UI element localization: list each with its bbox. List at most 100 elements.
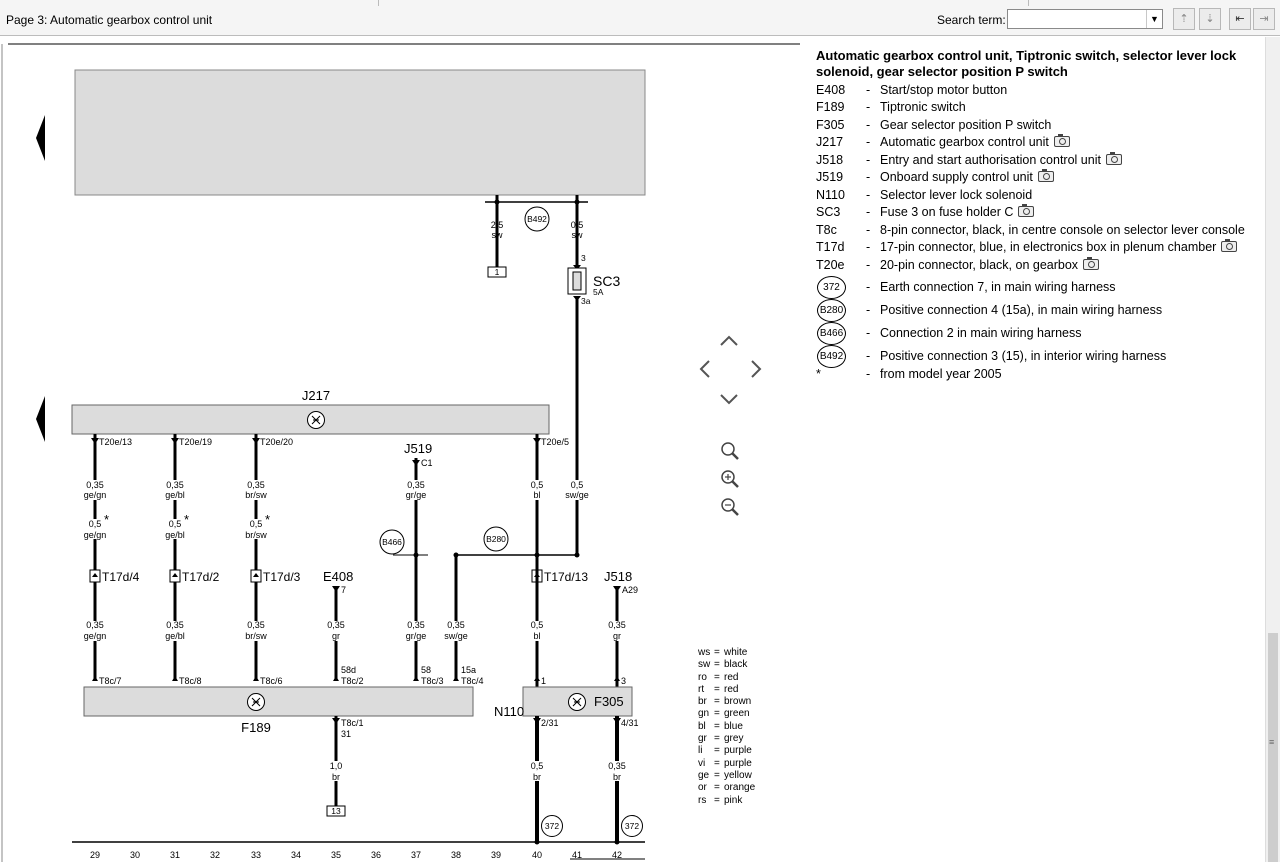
find-next-button[interactable]: ⇣: [1199, 8, 1221, 30]
camera-icon[interactable]: [1037, 169, 1054, 182]
legend-dash: -: [866, 82, 871, 97]
legend-dash: -: [866, 135, 871, 149]
wire-size: 0,5: [531, 480, 544, 490]
pin-label: T8c/6: [260, 676, 283, 686]
color-key-item: br = brown: [698, 696, 755, 708]
pin-label: T20e/20: [260, 437, 293, 447]
legend-code: F189: [816, 100, 845, 114]
equals-sign: =: [714, 708, 720, 720]
track-number: 42: [612, 850, 622, 860]
color-name: pink: [724, 794, 743, 806]
chevron-down-icon[interactable]: ▼: [1146, 10, 1162, 28]
color-abbr: gn: [698, 708, 710, 720]
color-abbr: sw: [698, 659, 711, 671]
equals-sign: =: [714, 720, 720, 732]
color-name: yellow: [724, 769, 752, 781]
legend-description: 17-pin connector, blue, in electronics b…: [880, 240, 1217, 254]
wire-color: ge/bl: [165, 490, 185, 500]
color-abbr: gr: [698, 733, 707, 745]
pin-label: 15a: [461, 665, 476, 675]
legend-description: Tiptronic switch: [880, 100, 966, 114]
camera-icon[interactable]: [1105, 151, 1122, 165]
component-j518-label: J518: [604, 569, 632, 584]
pan-down-icon[interactable]: [720, 394, 738, 405]
legend-item: B280 - Positive connection 4 (15a), in mai…: [816, 298, 1256, 322]
tiptronic-switch-block: [83, 686, 474, 717]
camera-icon[interactable]: [1018, 204, 1035, 217]
model-year-marker: *: [265, 512, 270, 527]
wire-color: sw: [572, 230, 584, 240]
legend-dash: -: [866, 302, 871, 317]
wire-color: br/sw: [245, 631, 267, 641]
legend-item: J519 - Onboard supply control unit: [816, 169, 1256, 185]
previous-page-arrow-icon[interactable]: [36, 115, 45, 161]
wire-size: 0,35: [327, 620, 345, 630]
search-label: Search term:: [937, 13, 1006, 27]
legend-description: Earth connection 7, in main wiring harne…: [880, 279, 1116, 294]
pin-label: T8c/4: [461, 676, 484, 686]
collapse-panel-button[interactable]: ⇤: [1229, 8, 1251, 30]
legend-dash: -: [866, 152, 871, 167]
legend-item: * - from model year 2005: [816, 366, 1256, 382]
connection-symbol: B466: [817, 321, 846, 345]
vertical-scrollbar[interactable]: ≡: [1265, 37, 1280, 862]
legend-dash: -: [866, 257, 871, 272]
toolbar-separator: [1028, 0, 1029, 6]
expand-panel-button[interactable]: ⇥: [1253, 8, 1275, 30]
wire-color: gr: [332, 631, 340, 641]
pan-up-icon[interactable]: [720, 335, 738, 346]
component-f189-label: F189: [241, 720, 271, 735]
pan-right-icon[interactable]: [751, 360, 762, 378]
track-number: 34: [291, 850, 301, 860]
search-input[interactable]: ▼: [1007, 9, 1163, 29]
color-key-item: vi = purple: [698, 758, 755, 770]
equals-sign: =: [714, 696, 720, 708]
wire-color: bl: [533, 490, 540, 500]
zoom-in-icon[interactable]: [721, 470, 739, 488]
camera-icon[interactable]: [1221, 239, 1238, 252]
color-name: purple: [724, 745, 752, 757]
onboard-supply-unit-block: [74, 69, 646, 196]
color-name: red: [724, 671, 739, 683]
wire-color: sw: [492, 230, 504, 240]
pin-label: T8c/8: [179, 676, 202, 686]
camera-icon[interactable]: [1083, 256, 1100, 270]
pin-label: C1: [421, 458, 433, 468]
page-title: Page 3: Automatic gearbox control unit: [6, 13, 213, 27]
find-previous-button[interactable]: ⇡: [1173, 8, 1195, 30]
wire-group-left: [93, 434, 258, 680]
pin-label: 2/31: [541, 718, 559, 728]
wire-size: 0,5: [89, 519, 102, 529]
legend-code: T20e: [816, 257, 845, 272]
track-number: 33: [251, 850, 261, 860]
wire-color: gr/ge: [406, 490, 427, 500]
zoom-out-icon[interactable]: [721, 498, 739, 516]
wire-size: 2,5: [491, 220, 504, 230]
connector-t17d-markers: [89, 569, 543, 583]
reference-box-label: 13: [331, 806, 341, 816]
legend-description: Selector lever lock solenoid: [880, 187, 1033, 202]
wire-color: gr: [613, 631, 621, 641]
color-key-item: or = orange: [698, 782, 755, 794]
legend-code: J518: [816, 152, 844, 167]
scrollbar-thumb[interactable]: [1268, 633, 1278, 862]
legend-code: J217: [816, 135, 844, 149]
pan-left-icon[interactable]: [699, 360, 710, 378]
pin-label: T8c/7: [99, 676, 122, 686]
legend-description: Connection 2 in main wiring harness: [880, 325, 1082, 340]
camera-icon[interactable]: [1053, 134, 1070, 147]
pin-label: T8c/3: [421, 676, 444, 686]
equals-sign: =: [714, 757, 720, 769]
color-abbr: bl: [698, 720, 706, 732]
previous-page-arrow-icon[interactable]: [36, 396, 45, 442]
legend-dash: -: [866, 170, 871, 184]
pin-label: 1: [541, 676, 546, 686]
earth-connection-label: 372: [545, 821, 559, 831]
color-name: brown: [724, 696, 752, 708]
pin-label: 3: [581, 253, 586, 263]
pin-label: T8c/1: [341, 718, 364, 728]
legend-dash: -: [866, 279, 871, 294]
zoom-fit-icon[interactable]: [721, 442, 739, 460]
wire-size: 1,0: [330, 761, 343, 771]
wire-color: gr/ge: [406, 631, 427, 641]
